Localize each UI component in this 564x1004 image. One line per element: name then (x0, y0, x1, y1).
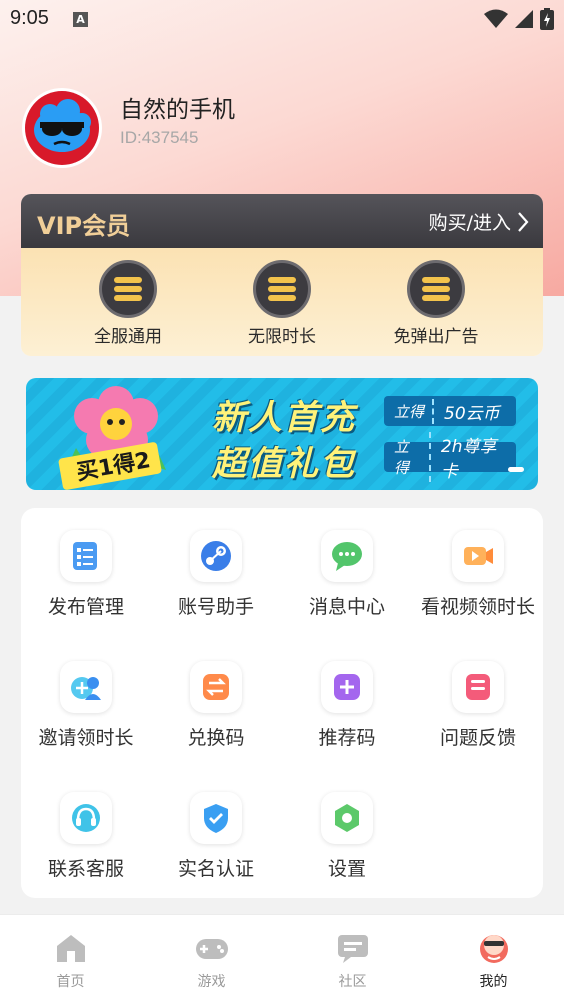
community-icon (337, 935, 368, 963)
banner-title-line2: 超值礼包 (212, 444, 356, 484)
tab-home[interactable]: 首页 (0, 915, 141, 1004)
invite-icon (60, 661, 112, 713)
vip-benefit-all-servers: 全服通用 (73, 260, 183, 356)
vip-benefit-no-ads: 免弹出广告 (381, 260, 491, 356)
cool-cloud-avatar-icon (34, 99, 91, 152)
vip-card[interactable]: VIP会员 购买/进入 全服通用 无限时长 免弹出广告 (21, 194, 543, 356)
coin-stack-icon (253, 260, 311, 318)
reward-prefix: 立得 (394, 402, 425, 421)
feature-label: 消息中心 (308, 596, 385, 618)
notification-badge: A (73, 12, 88, 27)
promo-banner[interactable]: 买1得2 新人首充 超值礼包 立得 50云币 立得 2h尊享卡 (26, 378, 538, 490)
tab-label: 社区 (338, 974, 367, 990)
feature-label: 兑换码 (187, 727, 245, 749)
feature-feedback[interactable]: 问题反馈 (413, 661, 543, 761)
feature-real-name-verify[interactable]: 实名认证 (151, 792, 281, 892)
tab-community[interactable]: 社区 (282, 915, 423, 1004)
feature-label: 联系客服 (47, 858, 124, 880)
feedback-icon (452, 661, 504, 713)
feature-label: 发布管理 (47, 596, 124, 618)
shield-check-icon (190, 792, 242, 844)
feature-settings[interactable]: 设置 (282, 792, 412, 892)
feature-label: 问题反馈 (439, 727, 516, 749)
reward-value: 50云币 (432, 398, 500, 424)
feature-watch-video[interactable]: 看视频领时长 (413, 530, 543, 630)
banner-reward-tag: 立得 50云币 (384, 396, 516, 426)
coin-stack-icon (407, 260, 465, 318)
video-icon (452, 530, 504, 582)
user-id: ID:437545 (120, 128, 199, 147)
settings-icon (321, 792, 373, 844)
vip-enter-label: 购买/进入 (428, 212, 511, 234)
status-icons (484, 8, 554, 30)
steam-icon (190, 530, 242, 582)
tab-label: 游戏 (197, 974, 226, 990)
wifi-icon (484, 9, 508, 28)
benefit-label: 无限时长 (248, 327, 316, 347)
reward-value: 2h尊享卡 (428, 432, 506, 482)
checklist-icon (60, 530, 112, 582)
chevron-right-icon (518, 211, 529, 232)
vip-benefit-unlimited: 无限时长 (227, 260, 337, 356)
vip-header: VIP会员 购买/进入 (21, 194, 543, 248)
gamepad-icon (195, 939, 228, 959)
vip-title: VIP会员 (37, 212, 131, 240)
feature-label: 看视频领时长 (420, 596, 535, 618)
chat-icon (321, 530, 373, 582)
vip-enter-link[interactable]: 购买/进入 (429, 208, 529, 235)
avatar-image (25, 91, 99, 165)
status-time: 9:05 (10, 7, 49, 29)
exchange-icon (190, 661, 242, 713)
vip-benefits: 全服通用 无限时长 免弹出广告 (21, 248, 543, 356)
benefit-label: 全服通用 (94, 327, 162, 347)
tab-games[interactable]: 游戏 (141, 915, 282, 1004)
feature-account-helper[interactable]: 账号助手 (151, 530, 281, 630)
coin-stack-icon (99, 260, 157, 318)
feature-customer-service[interactable]: 联系客服 (21, 792, 151, 892)
tab-label: 我的 (479, 974, 508, 990)
home-icon (56, 935, 85, 962)
feature-publish-manage[interactable]: 发布管理 (21, 530, 151, 630)
feature-message-center[interactable]: 消息中心 (282, 530, 412, 630)
feature-grid: 发布管理 账号助手 消息中心 看视频领时长 邀请领时长 兑换码 推荐码 问题反馈… (21, 508, 543, 898)
signal-icon (515, 10, 533, 28)
benefit-label: 免弹出广告 (393, 327, 479, 347)
banner-reward-tag: 立得 2h尊享卡 (384, 432, 516, 482)
bottom-tab-bar: 首页 游戏 社区 我的 (0, 914, 564, 1004)
tab-mine[interactable]: 我的 (423, 915, 564, 1004)
username: 自然的手机 (120, 97, 235, 123)
feature-label: 账号助手 (177, 596, 254, 618)
status-bar: 9:05 A (0, 0, 564, 38)
feature-label: 设置 (327, 858, 366, 880)
feature-label: 推荐码 (318, 727, 376, 749)
feature-redeem-code[interactable]: 兑换码 (151, 661, 281, 761)
plus-icon (321, 661, 373, 713)
feature-referral-code[interactable]: 推荐码 (282, 661, 412, 761)
feature-label: 邀请领时长 (38, 727, 134, 749)
reward-prefix: 立得 (394, 438, 410, 477)
battery-icon (540, 8, 554, 30)
carousel-indicator (508, 467, 524, 472)
feature-label: 实名认证 (177, 858, 254, 880)
avatar[interactable] (22, 88, 102, 168)
feature-invite[interactable]: 邀请领时长 (21, 661, 151, 761)
tab-label: 首页 (56, 974, 85, 990)
flower-mascot-icon: 买1得2 (58, 386, 166, 490)
profile-section[interactable]: 自然的手机 ID:437545 (22, 88, 542, 168)
headset-icon (60, 792, 112, 844)
profile-icon (479, 935, 508, 963)
banner-title-line1: 新人首充 (212, 398, 356, 438)
